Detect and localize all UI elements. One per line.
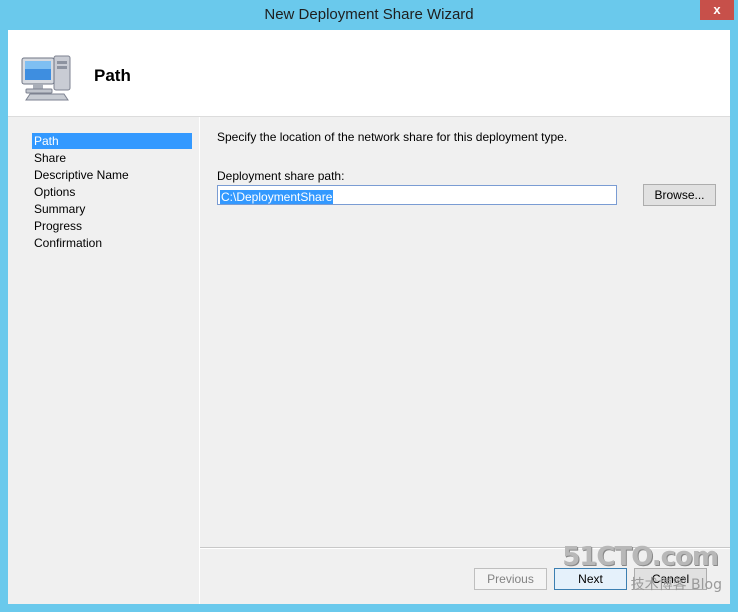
window-title: New Deployment Share Wizard: [264, 6, 474, 23]
browse-button[interactable]: Browse...: [643, 184, 716, 206]
wizard-footer: Previous Next Cancel: [200, 547, 730, 605]
instruction-text: Specify the location of the network shar…: [217, 130, 568, 144]
wizard-steps-sidebar: Path Share Descriptive Name Options Summ…: [8, 117, 200, 604]
sidebar-item-options[interactable]: Options: [32, 184, 192, 200]
wizard-main-panel: Specify the location of the network shar…: [200, 117, 730, 547]
wizard-client-area: Path Path Share Descriptive Name Options…: [8, 30, 730, 605]
computer-icon: [21, 55, 71, 101]
deployment-share-path-input[interactable]: C:\DeploymentShare: [217, 185, 617, 205]
cancel-button[interactable]: Cancel: [634, 568, 707, 590]
close-icon: x: [713, 2, 721, 17]
window-bottom-border: [0, 604, 738, 612]
sidebar-item-path[interactable]: Path: [32, 133, 192, 149]
page-title: Path: [94, 66, 131, 85]
sidebar-item-summary[interactable]: Summary: [32, 201, 192, 217]
next-button[interactable]: Next: [554, 568, 627, 590]
sidebar-item-share[interactable]: Share: [32, 150, 192, 166]
sidebar-item-progress[interactable]: Progress: [32, 218, 192, 234]
sidebar-item-confirmation[interactable]: Confirmation: [32, 235, 192, 251]
title-bar: New Deployment Share Wizard x: [0, 0, 738, 30]
close-button[interactable]: x: [700, 0, 734, 20]
sidebar-item-descriptive-name[interactable]: Descriptive Name: [32, 167, 192, 183]
wizard-header: Path: [8, 30, 730, 117]
footer-divider: [200, 548, 730, 549]
path-input-value: C:\DeploymentShare: [220, 190, 334, 204]
deployment-share-path-label: Deployment share path:: [217, 169, 345, 183]
previous-button[interactable]: Previous: [474, 568, 547, 590]
